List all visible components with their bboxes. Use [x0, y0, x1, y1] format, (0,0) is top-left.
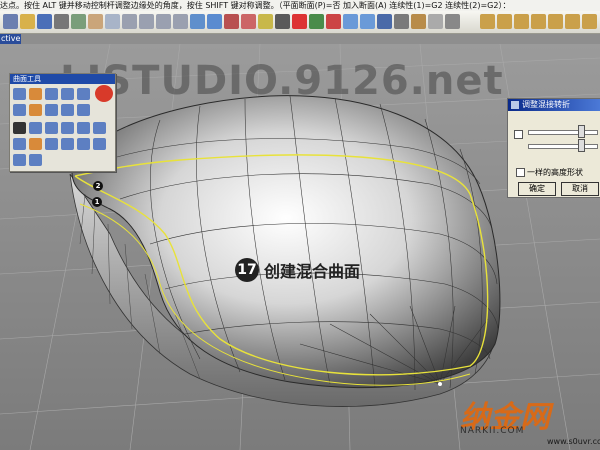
surface-tools-panel: 曲面工具: [9, 73, 116, 172]
bulge-slider-1[interactable]: [528, 130, 598, 135]
cancel-button[interactable]: 取消: [561, 182, 599, 196]
revolve-icon[interactable]: [77, 88, 90, 100]
logo-english: NARKII.COM: [460, 426, 525, 436]
wireframe-icon[interactable]: [394, 14, 409, 29]
sweep2-icon[interactable]: [29, 104, 42, 116]
extend-surface-icon[interactable]: [61, 122, 74, 134]
align-icon[interactable]: [582, 14, 597, 29]
zoom-window-icon[interactable]: [139, 14, 154, 29]
explode-icon[interactable]: [77, 138, 90, 150]
help-icon[interactable]: [326, 14, 341, 29]
zoom-extents-icon[interactable]: [156, 14, 171, 29]
print-icon[interactable]: [54, 14, 69, 29]
step-annotation: 17 创建混合曲面: [235, 258, 360, 282]
link-checkbox[interactable]: [514, 130, 523, 139]
seam-point: [438, 382, 442, 386]
marker-2: 2: [93, 181, 103, 191]
copy-icon[interactable]: [514, 14, 529, 29]
shade-icon[interactable]: [343, 14, 358, 29]
scale-icon[interactable]: [531, 14, 546, 29]
surface-from-points-icon[interactable]: [13, 88, 26, 100]
offset-surface-icon[interactable]: [29, 122, 42, 134]
box-icon[interactable]: [411, 14, 426, 29]
rebuild-icon[interactable]: [77, 122, 90, 134]
transform-icon[interactable]: [480, 14, 495, 29]
mouse-top-shell: [71, 95, 501, 389]
dialog-title-text: 调整混接转折: [522, 100, 570, 109]
snap-icon[interactable]: [445, 14, 460, 29]
join-icon[interactable]: [61, 138, 74, 150]
undo-icon[interactable]: [71, 14, 86, 29]
fillet-surface-icon[interactable]: [13, 122, 26, 134]
unroll-icon[interactable]: [13, 154, 26, 166]
array-icon[interactable]: [565, 14, 580, 29]
zoom-icon[interactable]: [122, 14, 137, 29]
panel-title: 曲面工具: [10, 74, 115, 84]
grid-icon[interactable]: [190, 14, 205, 29]
loft-icon[interactable]: [61, 88, 74, 100]
mirror-icon[interactable]: [548, 14, 563, 29]
site-url: www.s0uvr.com: [547, 437, 600, 446]
sphere-icon[interactable]: [377, 14, 392, 29]
ok-button[interactable]: 确定: [518, 182, 556, 196]
car-icon[interactable]: [224, 14, 239, 29]
settings-icon[interactable]: [428, 14, 443, 29]
adjust-blend-bulge-dialog: 调整混接转折 一样的高度形状 确定 取消: [507, 98, 600, 198]
plane-icon[interactable]: [77, 104, 90, 116]
pan-icon[interactable]: [88, 14, 103, 29]
split-icon[interactable]: [45, 138, 58, 150]
marker-1: 1: [92, 197, 102, 207]
rendered-view-icon[interactable]: [360, 14, 375, 29]
object-properties-icon[interactable]: [275, 14, 290, 29]
light-icon[interactable]: [258, 14, 273, 29]
move-icon[interactable]: [497, 14, 512, 29]
blend-surface-highlight-icon[interactable]: [95, 85, 113, 102]
sweep1-icon[interactable]: [13, 104, 26, 116]
same-height-label: 一样的高度形状: [527, 168, 583, 177]
network-srf-icon[interactable]: [45, 104, 58, 116]
rotate-view-icon[interactable]: [105, 14, 120, 29]
bulge-slider-1-thumb[interactable]: [578, 125, 585, 138]
analyze-icon[interactable]: [93, 138, 106, 150]
zoom-selected-icon[interactable]: [173, 14, 188, 29]
dialog-title: 调整混接转折: [508, 99, 600, 111]
site-logo: 纳金网 NARKII.COM: [460, 392, 550, 436]
extrude-icon[interactable]: [45, 88, 58, 100]
open-file-icon[interactable]: [20, 14, 35, 29]
match-surface-icon[interactable]: [13, 138, 26, 150]
render-icon[interactable]: [309, 14, 324, 29]
save-icon[interactable]: [37, 14, 52, 29]
new-file-icon[interactable]: [3, 14, 18, 29]
trim-icon[interactable]: [93, 122, 106, 134]
edge-curves-icon[interactable]: [29, 88, 42, 100]
symmetry-icon[interactable]: [29, 154, 42, 166]
watermark-text: LISTUDIO.9126.net: [60, 58, 504, 104]
layer-icon[interactable]: [241, 14, 256, 29]
step-number-badge: 17: [235, 258, 259, 282]
bulge-slider-2[interactable]: [528, 144, 598, 149]
patch-icon[interactable]: [61, 104, 74, 116]
same-height-checkbox[interactable]: [516, 168, 525, 177]
merge-surface-icon[interactable]: [29, 138, 42, 150]
bulge-slider-2-thumb[interactable]: [578, 139, 585, 152]
step-caption: 创建混合曲面: [264, 262, 361, 281]
chamfer-icon[interactable]: [45, 122, 58, 134]
four-view-icon[interactable]: [207, 14, 222, 29]
viewport-tab[interactable]: ctive: [0, 34, 21, 44]
dialog-app-icon: [511, 101, 519, 109]
main-toolbar: [0, 11, 600, 34]
color-wheel-icon[interactable]: [292, 14, 307, 29]
